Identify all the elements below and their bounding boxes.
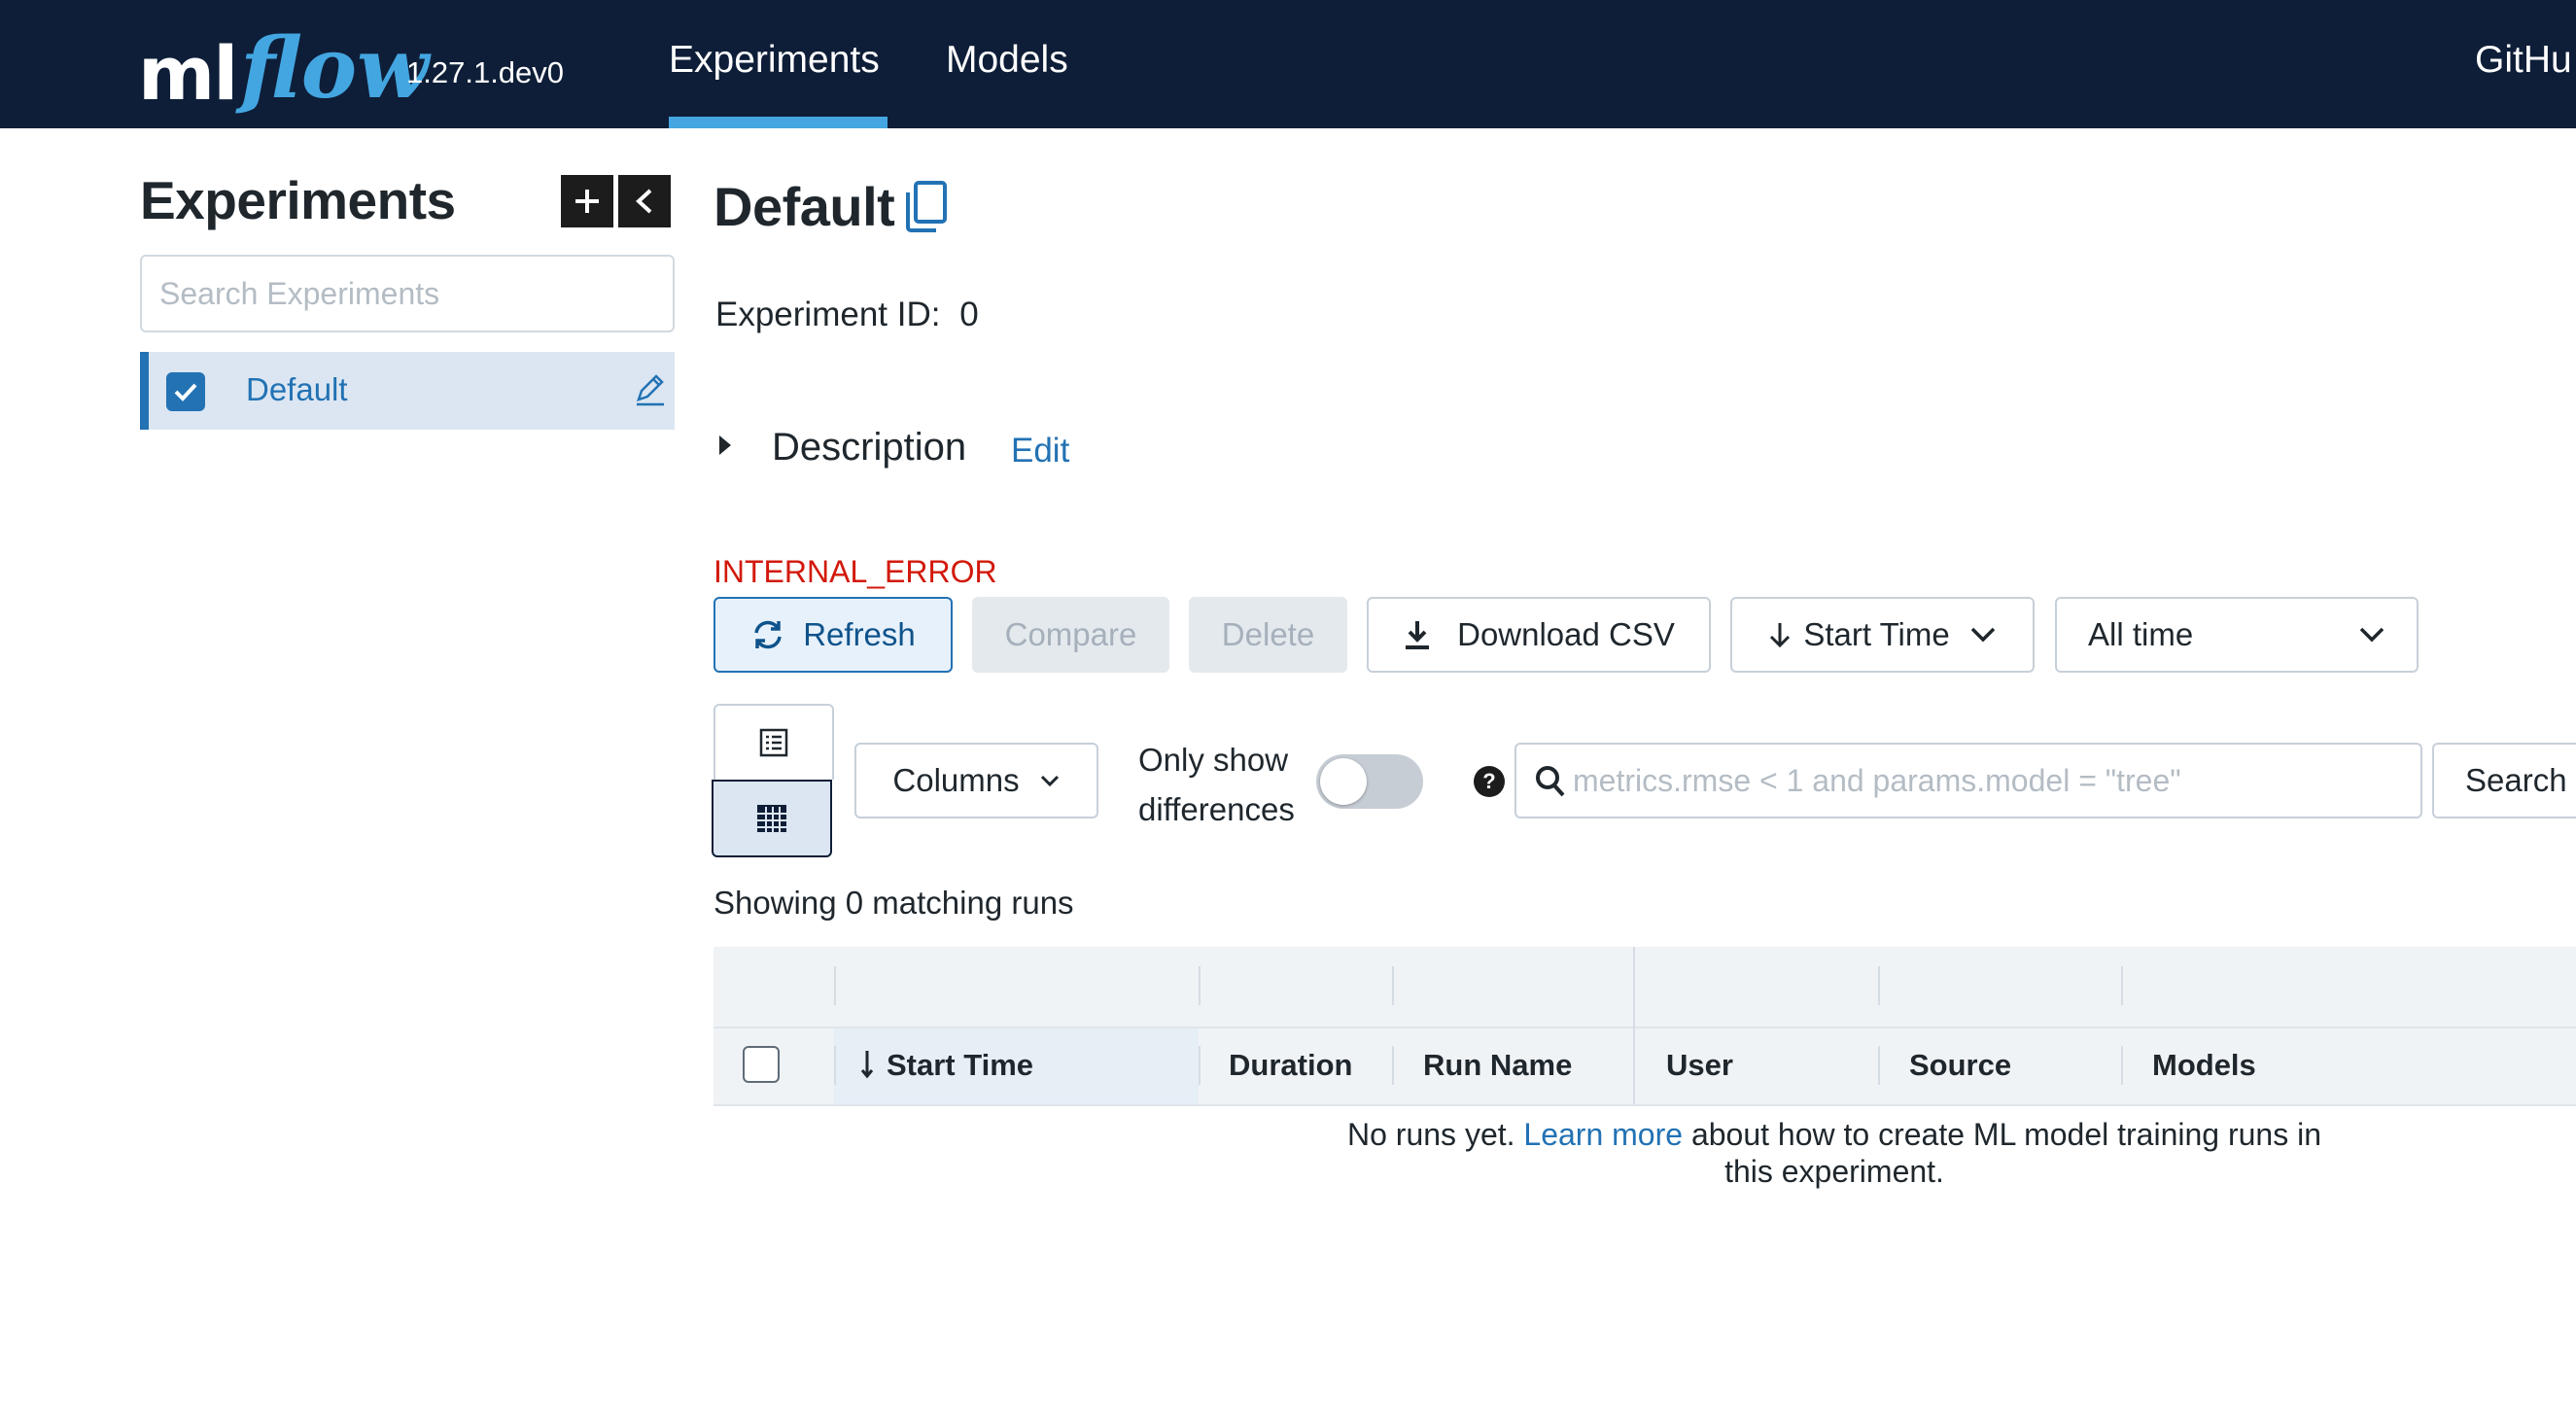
toggle-knob: [1320, 758, 1367, 805]
table-view-toggle[interactable]: [712, 780, 832, 857]
column-header-start-time[interactable]: Start Time: [887, 1048, 1033, 1083]
column-divider: [1392, 966, 1394, 1005]
column-divider: [1878, 966, 1880, 1005]
sort-select-label: Start Time: [1803, 616, 1950, 652]
add-experiment-button[interactable]: [561, 175, 613, 227]
column-divider: [834, 1046, 836, 1085]
column-divider: [2121, 966, 2123, 1005]
experiment-checkbox[interactable]: [166, 372, 205, 411]
compare-label: Compare: [1004, 616, 1137, 652]
sidebar-item-default[interactable]: Default: [140, 352, 675, 430]
experiment-id-label: Experiment ID:: [715, 296, 941, 333]
no-runs-suffix: about how to create ML model training ru…: [1683, 1117, 2321, 1189]
download-csv-label: Download CSV: [1457, 616, 1675, 652]
refresh-icon: [754, 620, 782, 649]
refresh-label: Refresh: [803, 616, 916, 652]
no-runs-message: No runs yet. Learn more about how to cre…: [1341, 1116, 2327, 1190]
search-button[interactable]: Search: [2432, 743, 2576, 818]
sort-descending-icon[interactable]: [859, 1050, 875, 1079]
run-search-input[interactable]: [1573, 747, 2409, 815]
time-range-label: All time: [2088, 616, 2194, 652]
logo-ml-text: ml: [138, 30, 238, 117]
list-view-icon: [759, 728, 788, 757]
columns-dropdown[interactable]: Columns: [854, 743, 1098, 818]
runs-table: Start Time Duration Run Name User Source…: [714, 947, 2576, 1106]
copy-icon[interactable]: [904, 179, 949, 233]
only-show-differences-toggle[interactable]: [1316, 754, 1423, 809]
nav-models[interactable]: Models: [946, 39, 1068, 82]
time-range-select[interactable]: All time: [2055, 597, 2419, 673]
experiment-id: Experiment ID: 0: [715, 296, 979, 334]
description-edit-link[interactable]: Edit: [1011, 432, 1069, 470]
nav-active-indicator: [669, 117, 888, 128]
checkmark-icon: [174, 383, 197, 401]
only-show-line1: Only show: [1138, 742, 1289, 778]
only-show-line2: differences: [1138, 791, 1295, 827]
only-show-differences-label: Only show differences: [1138, 735, 1295, 834]
collapse-sidebar-button[interactable]: [618, 175, 671, 227]
column-divider: [2121, 1046, 2123, 1085]
column-header-user[interactable]: User: [1666, 1048, 1733, 1083]
no-runs-prefix: No runs yet.: [1347, 1117, 1524, 1152]
column-divider: [1199, 1046, 1201, 1085]
table-grid-icon: [757, 805, 786, 832]
learn-more-link[interactable]: Learn more: [1523, 1117, 1683, 1152]
compare-button[interactable]: Compare: [972, 597, 1169, 673]
delete-button[interactable]: Delete: [1189, 597, 1347, 673]
mlflow-logo[interactable]: ml flow: [138, 4, 429, 111]
column-header-run-name[interactable]: Run Name: [1423, 1048, 1572, 1083]
caret-right-icon[interactable]: [719, 435, 731, 455]
matching-runs-count: Showing 0 matching runs: [714, 885, 1074, 921]
sort-select[interactable]: Start Time: [1730, 597, 2035, 673]
column-divider: [1392, 1046, 1394, 1085]
column-group-divider: [1633, 947, 1635, 1104]
chevron-left-icon: [636, 189, 652, 214]
plus-icon: [575, 190, 599, 213]
top-navbar: ml flow 1.27.1.dev0 Experiments Models G…: [0, 0, 2576, 128]
logo-flow-text: flow: [240, 19, 430, 118]
chevron-down-icon: [1970, 627, 1995, 643]
delete-label: Delete: [1221, 616, 1315, 652]
chevron-down-icon: [2359, 627, 2385, 643]
list-view-toggle[interactable]: [714, 704, 834, 780]
download-icon: [1406, 621, 1430, 649]
nav-github[interactable]: GitHu: [2475, 39, 2572, 82]
column-divider: [1199, 966, 1201, 1005]
column-divider: [834, 966, 836, 1005]
edit-pencil-icon[interactable]: [633, 372, 668, 407]
sidebar-title: Experiments: [140, 170, 456, 230]
column-header-models[interactable]: Models: [2152, 1048, 2256, 1083]
columns-label: Columns: [892, 762, 1020, 798]
description-label[interactable]: Description: [772, 426, 966, 470]
refresh-button[interactable]: Refresh: [714, 597, 953, 673]
column-header-duration[interactable]: Duration: [1229, 1048, 1352, 1083]
version-label: 1.27.1.dev0: [406, 55, 565, 89]
download-csv-button[interactable]: Download CSV: [1367, 597, 1711, 673]
experiment-id-value: 0: [959, 296, 979, 333]
select-all-checkbox[interactable]: [743, 1046, 780, 1083]
error-message: INTERNAL_ERROR: [714, 554, 997, 589]
arrow-down-icon: [1770, 623, 1791, 648]
experiment-title: Default: [714, 176, 895, 237]
nav-experiments[interactable]: Experiments: [669, 39, 880, 82]
chevron-down-icon: [1040, 775, 1059, 787]
run-search-box: [1514, 743, 2422, 818]
help-icon[interactable]: ?: [1474, 766, 1505, 797]
search-button-label: Search: [2465, 762, 2567, 798]
column-header-source[interactable]: Source: [1909, 1048, 2011, 1083]
search-icon: [1536, 766, 1565, 797]
column-divider: [1878, 1046, 1880, 1085]
sidebar-item-label: Default: [246, 371, 348, 407]
search-experiments-input[interactable]: [140, 255, 675, 332]
